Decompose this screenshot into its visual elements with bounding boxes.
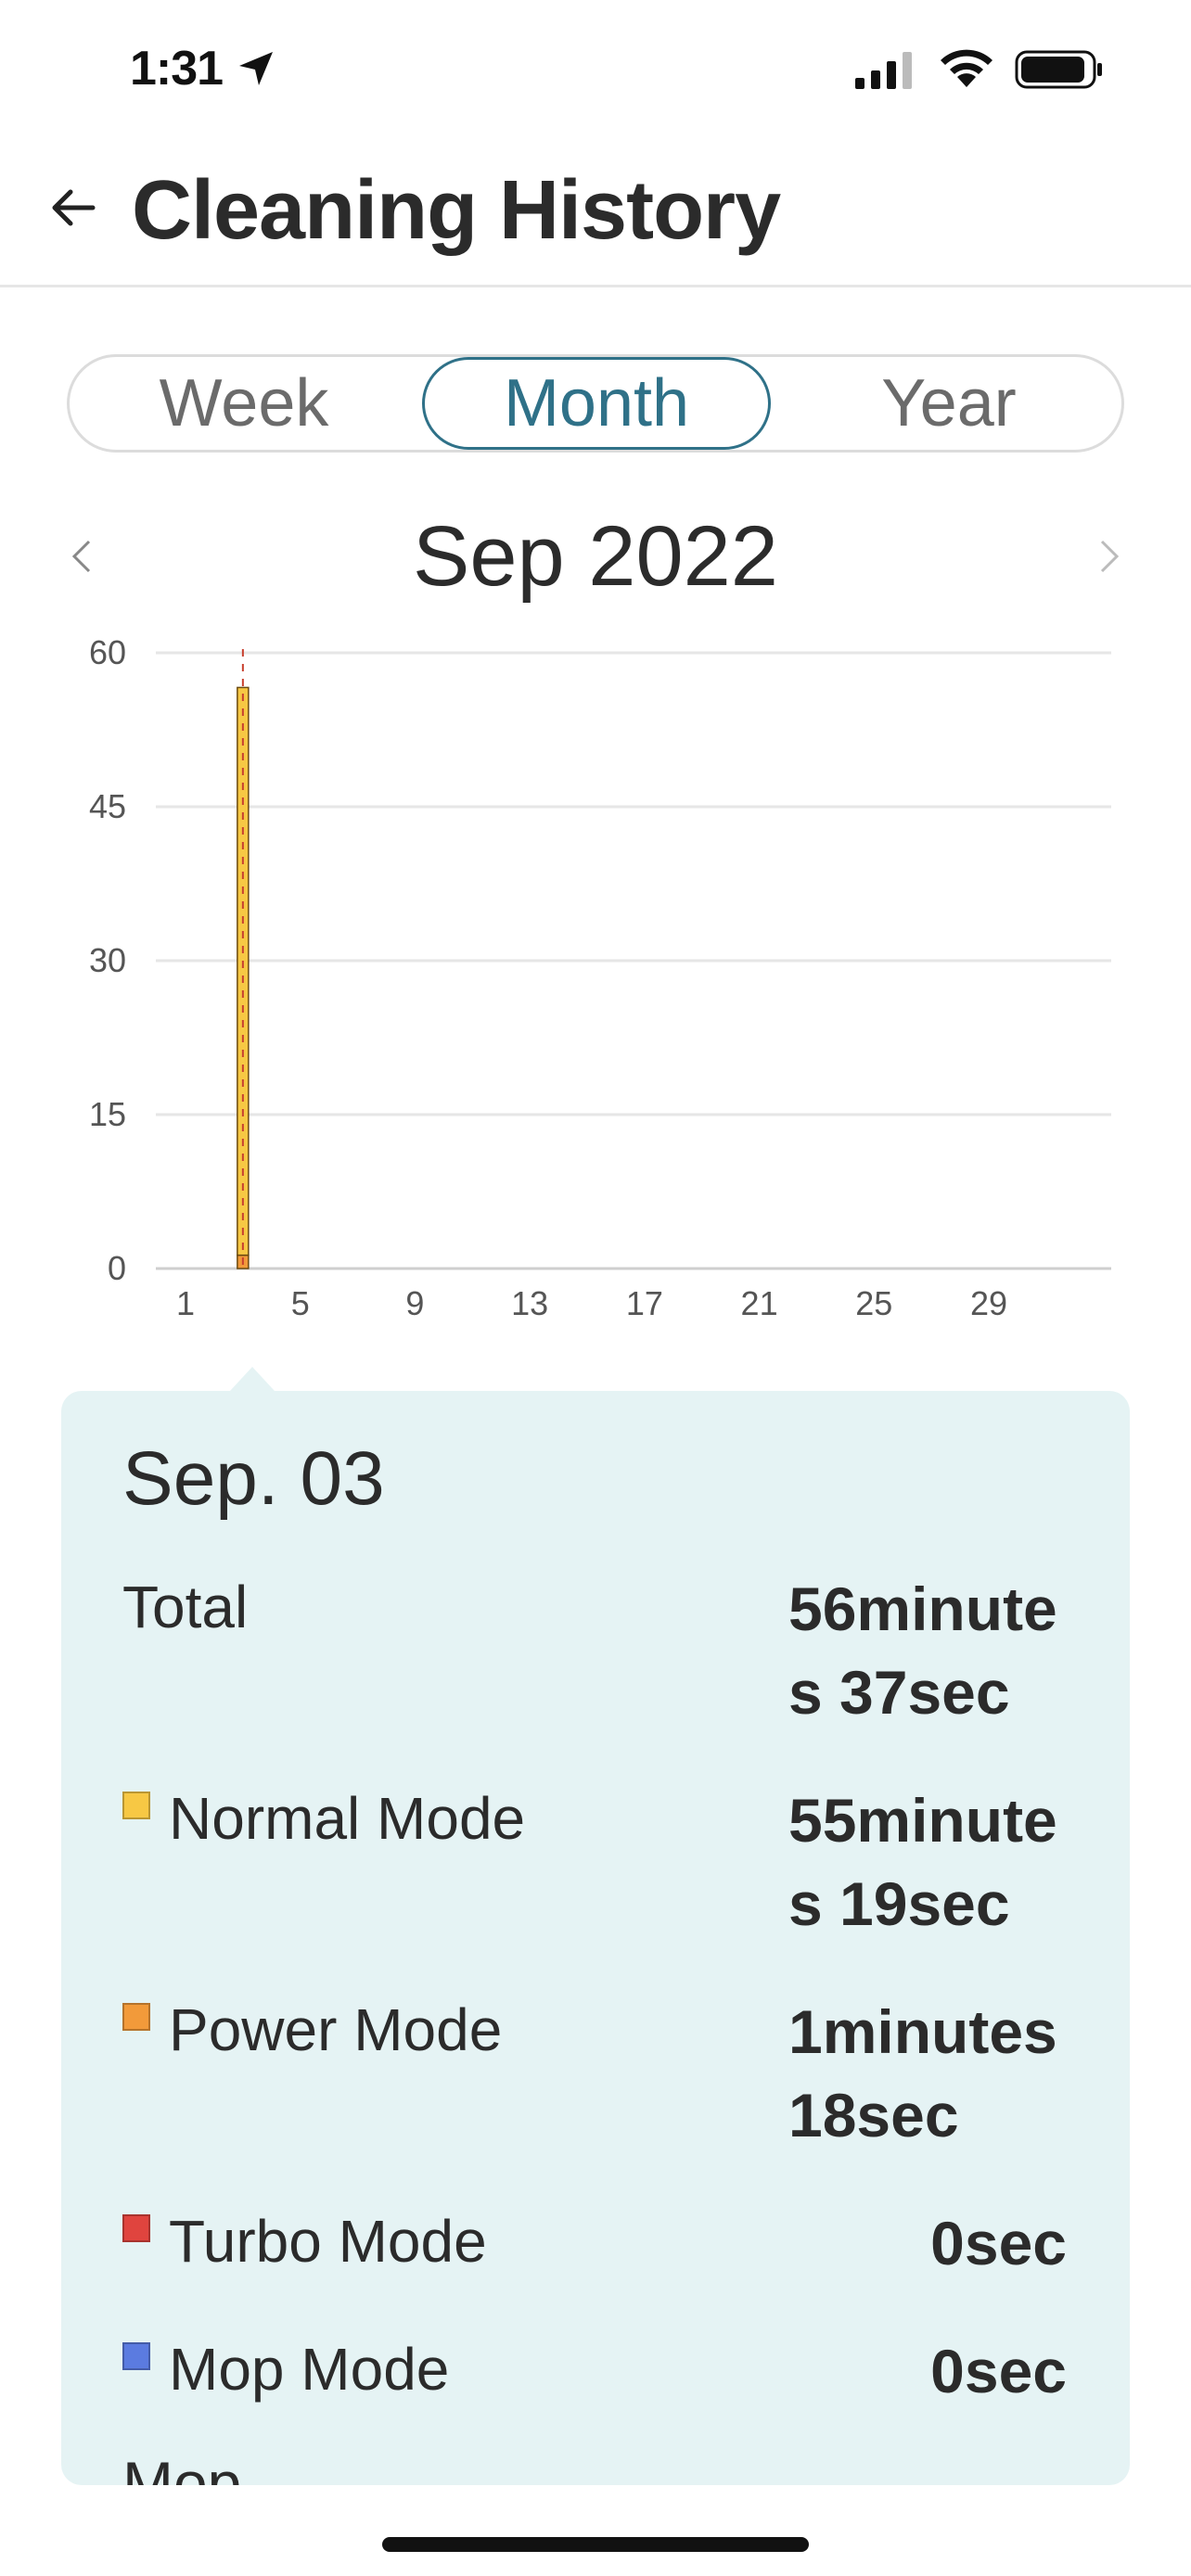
period-segmented-control: Week Month Year (67, 354, 1124, 453)
turbo-mode-label: Turbo Mode (169, 2208, 487, 2275)
chart-canvas: 0153045601 5 9 13 17 21 25 29 (89, 633, 1111, 1322)
battery-icon (1015, 50, 1102, 89)
cellular-signal-icon (855, 52, 912, 89)
x-tick-label: 13 (511, 1284, 548, 1322)
normal-mode-label: Normal Mode (169, 1785, 526, 1852)
y-tick-label: 15 (89, 1095, 126, 1133)
x-tick-label: 9 (405, 1284, 424, 1322)
cleaning-time-chart: 0 15 30 45 60 1 5 9 13 17 21 25 29 (0, 612, 1191, 1345)
mop-mode-value: 0sec (930, 2337, 1067, 2405)
page-title: Cleaning History (132, 164, 781, 257)
power-mode-label: Power Mode (169, 1996, 503, 2063)
status-bar: 1:31 (0, 0, 1191, 139)
home-indicator (382, 2537, 809, 2552)
mop-mode-label: Mop Mode (169, 2336, 450, 2403)
y-tick-label: 60 (89, 633, 126, 671)
y-tick-label: 30 (89, 941, 126, 979)
total-label: Total (122, 1574, 249, 1640)
location-arrow-icon (239, 52, 273, 85)
tab-week[interactable]: Week (70, 357, 418, 450)
x-tick-label: 1 (176, 1284, 195, 1322)
detail-date: Sep. 03 (122, 1436, 385, 1521)
y-tick-label: 45 (89, 787, 126, 825)
status-time: 1:31 (130, 42, 224, 96)
header: Cleaning History (0, 139, 1191, 287)
detail-card-pointer (230, 1367, 275, 1391)
tab-month[interactable]: Month (422, 357, 771, 450)
mop-mode-swatch (122, 2342, 150, 2370)
total-value: 56minutes 37sec (788, 1575, 1057, 1727)
month-label: Sep 2022 (413, 509, 778, 604)
next-month-chevron-icon[interactable] (1091, 532, 1128, 580)
y-tick-label: 0 (108, 1249, 126, 1287)
x-tick-label: 17 (626, 1284, 663, 1322)
x-tick-label: 29 (970, 1284, 1007, 1322)
x-tick-label: 25 (855, 1284, 892, 1322)
power-mode-value: 1minutes 18sec (788, 1997, 1057, 2149)
power-mode-swatch (122, 2003, 150, 2031)
turbo-mode-swatch (122, 2214, 150, 2242)
tab-year[interactable]: Year (775, 357, 1123, 450)
x-tick-label: 5 (291, 1284, 310, 1322)
x-tick-label: 21 (741, 1284, 778, 1322)
wifi-icon (941, 49, 992, 87)
cut-off-row-text: Mop ... (122, 2449, 310, 2485)
turbo-mode-value: 0sec (930, 2209, 1067, 2277)
detail-card: Sep. 03 Total 56minutes 37sec Normal Mod… (61, 1391, 1130, 2485)
normal-mode-value: 55minutes 19sec (788, 1786, 1057, 1938)
back-arrow-icon[interactable] (46, 180, 102, 236)
normal-mode-swatch (122, 1792, 150, 1819)
